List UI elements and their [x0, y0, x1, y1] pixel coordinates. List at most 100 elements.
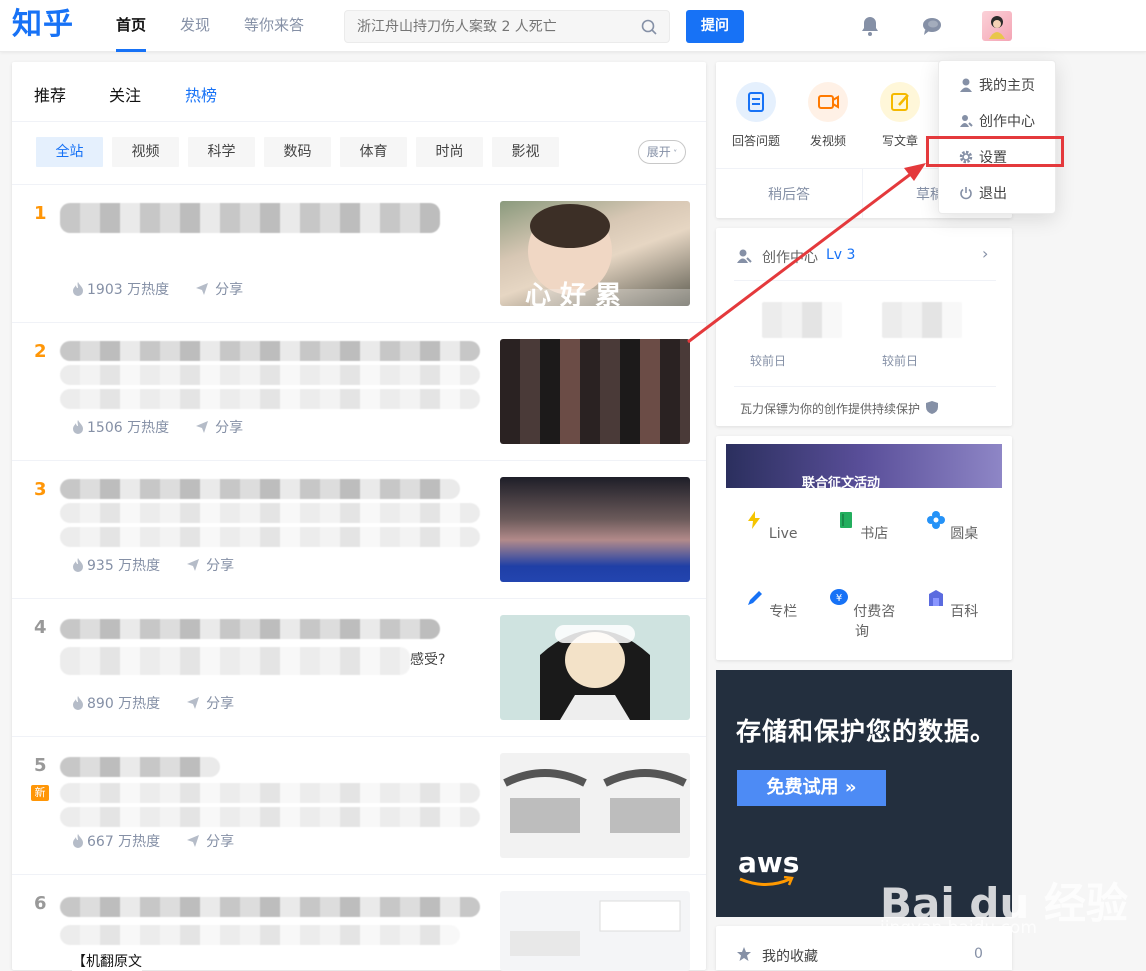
menu-creator-center[interactable]: 创作中心 [959, 111, 1035, 131]
fire-icon [73, 696, 83, 710]
nav-discover[interactable]: 发现 [180, 0, 210, 52]
blurred-title [60, 619, 440, 639]
heat-count: 935 万热度 [87, 558, 161, 574]
service-label: 百科 [950, 604, 979, 620]
baidu-watermark-url: jingyan.baidu.com [880, 918, 1037, 938]
user-icon [960, 78, 972, 92]
service-column[interactable]: 专栏 [731, 588, 811, 621]
service-label: Live [768, 526, 798, 542]
nav-waiting[interactable]: 等你来答 [244, 0, 304, 52]
share-button[interactable]: 分享 [195, 279, 243, 299]
tab-follow[interactable]: 关注 [109, 82, 141, 106]
search-input[interactable] [345, 11, 625, 42]
post-video-button[interactable] [808, 82, 848, 122]
answer-question-button[interactable] [736, 82, 776, 122]
menu-my-homepage[interactable]: 我的主页 [959, 75, 1035, 95]
feed-tabs: 推荐 关注 热榜 [12, 62, 706, 122]
hot-item[interactable]: 3 935 万热度 分享 [12, 460, 706, 598]
category-sports[interactable]: 体育 [340, 137, 407, 167]
blurred-title [60, 203, 440, 233]
hot-meta: 890 万热度 分享 [72, 693, 234, 713]
svg-text:心 好 累: 心 好 累 [525, 281, 621, 306]
divider [862, 168, 863, 218]
ask-button[interactable]: 提问 [686, 10, 744, 43]
category-filter: 全站 视频 科学 数码 体育 时尚 影视 [36, 137, 568, 167]
rank-number: 1 [34, 203, 47, 224]
hot-item[interactable]: 2 1506 万热度 分享 [12, 322, 706, 460]
avatar[interactable] [982, 11, 1012, 41]
share-button[interactable]: 分享 [195, 417, 243, 437]
share-icon [187, 559, 200, 571]
pen-icon [747, 591, 762, 605]
expand-button[interactable]: 展开 ˅ [638, 140, 686, 164]
protection-text[interactable]: 瓦力保镖为你的创作提供持续保护 [740, 400, 920, 417]
aws-smile-icon [739, 876, 794, 886]
zhihu-logo[interactable]: 知乎 [12, 6, 74, 44]
service-encyclopedia[interactable]: 百科 [912, 588, 992, 621]
share-button[interactable]: 分享 [186, 555, 234, 575]
event-banner[interactable]: 联合征文活动 [726, 444, 1002, 488]
share-icon [196, 283, 209, 295]
write-article-button[interactable] [880, 82, 920, 122]
services-card: 联合征文活动 Live 书店 圆桌 专栏 ¥ 付费咨询 百科 [716, 436, 1012, 660]
menu-logout[interactable]: 退出 [959, 183, 1007, 203]
hot-thumbnail[interactable] [500, 477, 690, 582]
service-live[interactable]: Live [731, 510, 811, 542]
messages-icon[interactable] [920, 14, 944, 38]
category-video[interactable]: 视频 [112, 137, 179, 167]
blurred-excerpt [60, 925, 460, 945]
nav-home[interactable]: 首页 [116, 0, 147, 52]
rank-number: 2 [34, 341, 47, 362]
hot-thumbnail[interactable] [500, 615, 690, 720]
share-label: 分享 [206, 696, 235, 712]
hot-thumbnail[interactable]: 心 好 累 [500, 201, 690, 306]
menu-label: 创作中心 [979, 114, 1035, 130]
shield-icon [926, 401, 938, 414]
hot-item[interactable]: 6 【机翻原文 [12, 874, 706, 971]
hot-item[interactable]: 1 1903 万热度 分享 心 好 累 [12, 184, 706, 322]
blurred-title [60, 479, 460, 499]
service-paid-consult[interactable]: ¥ 付费咨询 [822, 588, 902, 641]
share-label: 分享 [215, 420, 244, 436]
category-film[interactable]: 影视 [492, 137, 559, 167]
category-science[interactable]: 科学 [188, 137, 255, 167]
encyclopedia-icon [928, 590, 943, 606]
answer-later-link[interactable]: 稍后答 [768, 184, 810, 204]
pencil-icon [891, 93, 909, 111]
tab-hot[interactable]: 热榜 [185, 82, 217, 106]
search-box [344, 10, 670, 43]
bell-icon[interactable] [858, 14, 882, 38]
aws-logo: aws [738, 846, 800, 879]
hot-thumbnail[interactable] [500, 891, 690, 971]
hot-thumbnail[interactable] [500, 753, 690, 858]
hot-item[interactable]: 5 新 667 万热度 分享 [12, 736, 706, 874]
free-trial-button[interactable]: 免费试用 » [737, 770, 886, 806]
category-digital[interactable]: 数码 [264, 137, 331, 167]
hot-meta: 1903 万热度 分享 [72, 279, 243, 299]
hot-list-card: 推荐 关注 热榜 全站 视频 科学 数码 体育 时尚 影视 展开 ˅ 1 190… [12, 62, 706, 971]
category-all[interactable]: 全站 [36, 137, 103, 167]
service-roundtable[interactable]: 圆桌 [912, 510, 992, 543]
hot-thumbnail[interactable] [500, 339, 690, 444]
power-icon [960, 187, 972, 200]
ad-title: 存储和保护您的数据。 [736, 717, 997, 746]
share-button[interactable]: 分享 [186, 693, 234, 713]
service-bookstore[interactable]: 书店 [822, 510, 902, 543]
menu-label: 退出 [979, 186, 1007, 202]
share-label: 分享 [215, 282, 244, 298]
favorites-label: 我的收藏 [762, 949, 818, 965]
share-button[interactable]: 分享 [186, 831, 234, 851]
chevron-right-icon[interactable]: › [982, 244, 988, 263]
creator-title[interactable]: 创作中心 [762, 247, 818, 267]
top-header: 知乎 首页 发现 等你来答 提问 [0, 0, 1146, 52]
flower-icon [926, 511, 945, 529]
creator-center-card: 创作中心 Lv 3 › 较前日 较前日 瓦力保镖为你的创作提供持续保护 [716, 228, 1012, 426]
rank-number: 3 [34, 479, 47, 500]
blurred-title [60, 341, 480, 361]
category-fashion[interactable]: 时尚 [416, 137, 483, 167]
menu-label: 我的主页 [979, 78, 1035, 94]
search-icon[interactable] [641, 19, 657, 35]
fire-icon [73, 558, 83, 572]
tab-recommend[interactable]: 推荐 [34, 82, 66, 106]
hot-item[interactable]: 4 感受? 890 万热度 分享 [12, 598, 706, 736]
